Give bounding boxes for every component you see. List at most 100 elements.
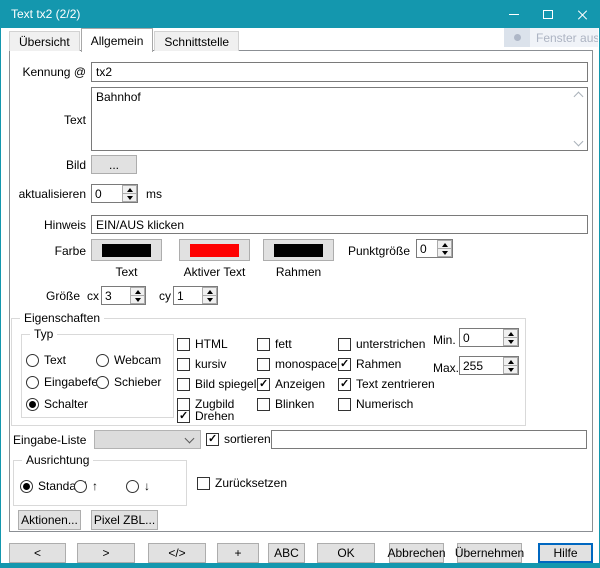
close-button[interactable] xyxy=(565,0,599,28)
checkbox-html[interactable]: HTML xyxy=(177,336,228,352)
checkbox-text-zentrieren[interactable]: Text zentrieren xyxy=(338,376,435,392)
checkbox-fett[interactable]: fett xyxy=(257,336,292,352)
color-rahmen-button[interactable] xyxy=(263,239,334,261)
radio-ausrichtung-up[interactable]: ↑ xyxy=(74,478,98,494)
resize-grip[interactable] xyxy=(586,565,596,567)
radio-typ-schalter[interactable]: Schalter xyxy=(26,396,88,412)
checkbox-label: Blinken xyxy=(275,397,314,411)
checkbox-label: Bild spiegeln xyxy=(195,377,263,391)
nav-next-button[interactable]: > xyxy=(77,543,135,563)
min-label: Min. xyxy=(433,332,456,348)
radio-label: Text xyxy=(44,353,66,367)
minimize-button[interactable] xyxy=(497,0,531,28)
spin-down-button[interactable] xyxy=(503,337,518,346)
spin-down-button[interactable] xyxy=(503,365,518,374)
spin-down-button[interactable] xyxy=(437,248,452,257)
maximize-button[interactable] xyxy=(531,0,565,28)
text-textarea[interactable]: Bahnhof xyxy=(92,88,587,150)
radio-typ-webcam[interactable]: Webcam xyxy=(96,352,161,368)
eingabe-liste-input[interactable] xyxy=(271,430,587,449)
checkbox-numerisch[interactable]: Numerisch xyxy=(338,396,413,412)
color-active-text-caption: Aktiver Text xyxy=(179,264,250,280)
checkbox-icon xyxy=(177,358,190,371)
spin-up-button[interactable] xyxy=(503,357,518,365)
max-label: Max. xyxy=(433,360,459,376)
cx-spinner xyxy=(101,286,146,305)
aktualisieren-spinner xyxy=(91,184,138,203)
spin-down-button[interactable] xyxy=(122,193,137,202)
pixel-zbl-button[interactable]: Pixel ZBL... xyxy=(91,510,158,530)
tab-allgemein[interactable]: Allgemein xyxy=(81,28,154,52)
kennung-input[interactable] xyxy=(91,62,588,82)
spin-up-button[interactable] xyxy=(503,329,518,337)
ok-button[interactable]: OK xyxy=(317,543,375,563)
aktualisieren-input[interactable] xyxy=(92,185,122,202)
min-spinner xyxy=(459,328,519,347)
text-label: Text xyxy=(10,112,86,128)
spin-up-button[interactable] xyxy=(130,287,145,295)
checkbox-rahmen[interactable]: Rahmen xyxy=(338,356,401,372)
hinweis-input[interactable] xyxy=(91,215,588,234)
radio-typ-schieber[interactable]: Schieber xyxy=(96,374,161,390)
radio-label: Webcam xyxy=(114,353,161,367)
max-input[interactable] xyxy=(460,357,503,374)
color-text-swatch xyxy=(102,244,151,257)
color-active-text-swatch xyxy=(190,244,239,257)
checkbox-zuruecksetzen[interactable]: Zurücksetzen xyxy=(197,475,287,491)
checkbox-monospace[interactable]: monospace xyxy=(257,356,337,372)
color-active-text-button[interactable] xyxy=(179,239,250,261)
cy-input[interactable] xyxy=(174,287,202,304)
bild-label: Bild xyxy=(10,157,86,173)
checkbox-bild-spiegeln[interactable]: Bild spiegeln xyxy=(177,376,263,392)
abc-button[interactable]: ABC xyxy=(268,543,305,563)
ghost-label: Fenster ausschn xyxy=(530,28,598,47)
checkbox-label: HTML xyxy=(195,337,228,351)
tab-uebersicht[interactable]: Übersicht xyxy=(9,31,80,51)
checkbox-label: Drehen xyxy=(195,409,234,423)
aktionen-button[interactable]: Aktionen... xyxy=(18,510,81,530)
color-rahmen-swatch xyxy=(274,244,323,257)
spin-down-button[interactable] xyxy=(202,295,217,304)
plus-button[interactable]: + xyxy=(217,543,259,563)
typ-group: Typ Text Webcam Eingabefeld Schieber Sch… xyxy=(21,334,174,418)
apply-button[interactable]: Übernehmen xyxy=(457,543,522,563)
cancel-button[interactable]: Abbrechen xyxy=(389,543,444,563)
checkbox-kursiv[interactable]: kursiv xyxy=(177,356,226,372)
tab-schnittstelle[interactable]: Schnittstelle xyxy=(154,31,239,51)
radio-typ-text[interactable]: Text xyxy=(26,352,66,368)
min-input[interactable] xyxy=(460,329,503,346)
checkbox-icon xyxy=(177,338,190,351)
spin-up-button[interactable] xyxy=(202,287,217,295)
checkbox-icon xyxy=(257,398,270,411)
nav-prev-button[interactable]: < xyxy=(9,543,66,563)
ausrichtung-group: Ausrichtung Standard ↑ ↓ xyxy=(13,460,187,506)
radio-ausrichtung-down[interactable]: ↓ xyxy=(126,478,150,494)
spin-up-button[interactable] xyxy=(122,185,137,193)
checkbox-unterstrichen[interactable]: unterstrichen xyxy=(338,336,425,352)
spin-down-button[interactable] xyxy=(130,295,145,304)
checkbox-anzeigen[interactable]: Anzeigen xyxy=(257,376,325,392)
checkbox-icon xyxy=(197,477,210,490)
checkbox-blinken[interactable]: Blinken xyxy=(257,396,314,412)
checkbox-sortieren[interactable]: sortieren xyxy=(206,431,271,447)
radio-icon xyxy=(26,354,39,367)
spin-up-icon xyxy=(127,188,133,192)
cx-input[interactable] xyxy=(102,287,130,304)
code-button[interactable]: </> xyxy=(148,543,206,563)
checkbox-icon xyxy=(206,433,219,446)
checkbox-label: unterstrichen xyxy=(356,337,425,351)
titlebar: Text tx2 (2/2) xyxy=(1,0,599,28)
color-text-button[interactable] xyxy=(91,239,162,261)
checkbox-icon xyxy=(338,358,351,371)
help-button[interactable]: Hilfe xyxy=(538,543,593,563)
cx-label: cx xyxy=(87,288,99,304)
eingabe-liste-dropdown[interactable] xyxy=(94,430,201,449)
spin-up-icon xyxy=(135,290,141,294)
aktualisieren-label: aktualisieren xyxy=(10,186,86,202)
spin-up-button[interactable] xyxy=(437,240,452,248)
spin-up-icon xyxy=(442,243,448,247)
checkbox-drehen[interactable]: Drehen xyxy=(177,408,234,424)
spin-up-icon xyxy=(508,332,514,336)
punktgroesse-input[interactable] xyxy=(417,240,437,257)
bild-browse-button[interactable]: ... xyxy=(91,155,137,174)
